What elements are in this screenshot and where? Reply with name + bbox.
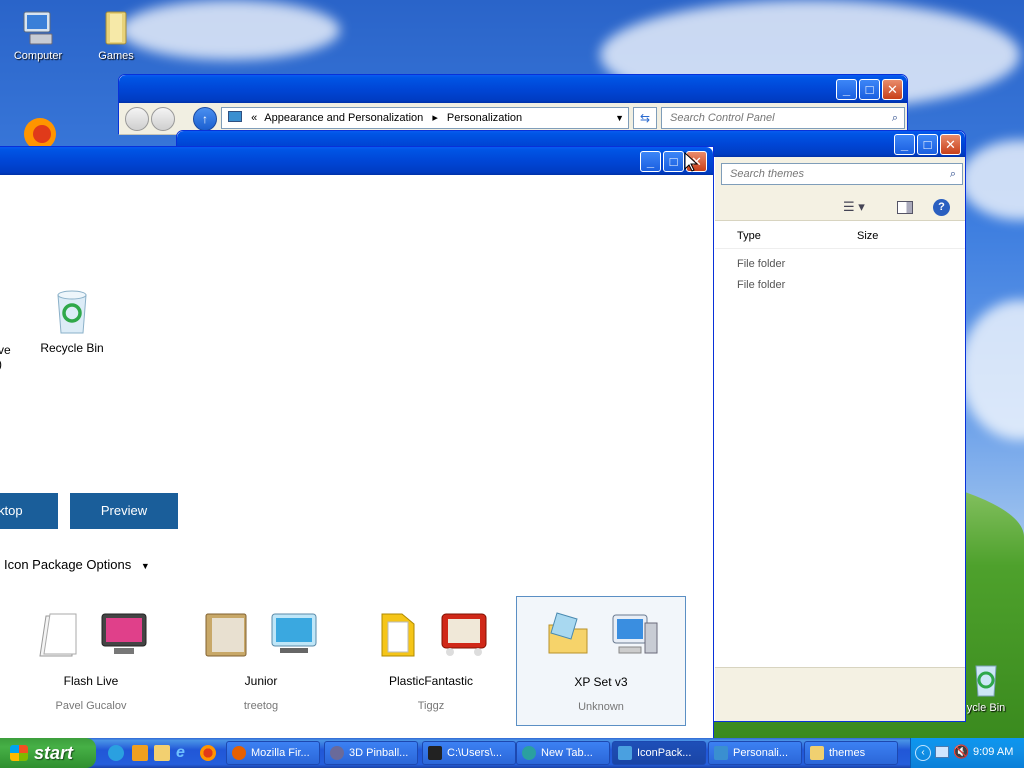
computer-icon [609, 609, 661, 664]
breadcrumb-appearance[interactable]: Appearance and Personalization [264, 112, 423, 124]
up-button[interactable]: ↑ [193, 107, 217, 131]
preview-button[interactable]: Preview [70, 493, 178, 529]
help-icon[interactable]: ? [933, 199, 950, 216]
package-xp-set-v3[interactable]: XP Set v3 Unknown [516, 596, 686, 726]
minimize-button[interactable]: _ [640, 151, 661, 172]
desktop-icon-games[interactable]: Games [78, 8, 154, 62]
partial-icon-label: ve ) [0, 343, 11, 371]
desktop-icon-label: Games [98, 50, 134, 62]
package-author: Pavel Gucalov [55, 700, 127, 712]
maximize-button[interactable]: □ [917, 134, 938, 155]
games-folder-icon [96, 8, 136, 48]
maximize-button[interactable]: □ [859, 79, 880, 100]
package-plasticfantastic[interactable]: PlasticFantastic Tiggz [346, 596, 516, 726]
taskbar-item-pinball[interactable]: 3D Pinball... [324, 741, 418, 765]
taskbar-item-new-tab[interactable]: New Tab... [516, 741, 610, 765]
recycle-bin-icon [966, 660, 1006, 700]
tablet-icon [440, 610, 488, 661]
forward-button[interactable] [151, 107, 175, 131]
taskbar-item-firefox[interactable]: Mozilla Fir... [226, 741, 320, 765]
preview-pane-icon[interactable] [897, 201, 913, 214]
clock[interactable]: 9:09 AM [973, 746, 1013, 758]
views-icon[interactable]: ☰ ▾ [843, 199, 865, 215]
taskbar-item-7zip[interactable]: C:\Users\... [422, 741, 516, 765]
taskbar-item-personalization[interactable]: Personali... [708, 741, 802, 765]
close-button[interactable]: ✕ [882, 79, 903, 100]
refresh-button[interactable]: ⇆ [633, 107, 657, 129]
folder-icon [202, 608, 252, 663]
themes-search-input[interactable]: Search themes ⌕ [721, 163, 963, 185]
package-name: Flash Live [63, 674, 119, 688]
monitor-icon [268, 610, 320, 663]
network-icon[interactable] [935, 746, 949, 758]
mouse-cursor-icon [684, 151, 699, 175]
monitor-icon [714, 746, 728, 760]
table-row[interactable]: File folder [737, 279, 785, 291]
control-panel-search-input[interactable]: Search Control Panel ⌕ [661, 107, 905, 129]
breadcrumb-prefix: « [251, 112, 258, 124]
package-junior[interactable]: Junior treetog [176, 596, 346, 726]
themes-toolbar: Search themes ⌕ ☰ ▾ ? [715, 157, 965, 221]
breadcrumb-personalization[interactable]: Personalization [447, 112, 522, 124]
media-player-icon[interactable] [108, 745, 124, 761]
search-icon[interactable]: ⌕ [950, 164, 956, 184]
desktop-icon[interactable] [132, 745, 148, 761]
control-panel-window[interactable]: _ □ ✕ ↑ « Appearance and Personalization… [118, 74, 908, 135]
internet-explorer-icon[interactable]: e [176, 744, 185, 762]
explorer-icon[interactable] [154, 745, 170, 761]
address-box[interactable]: « Appearance and Personalization ▸ Perso… [221, 107, 629, 129]
browser-icon [522, 746, 536, 760]
package-name: PlasticFantastic [388, 674, 474, 688]
firefox-icon [232, 746, 246, 760]
system-tray: ‹ 🔇 9:09 AM [910, 738, 1024, 768]
taskbar-item-iconpack[interactable]: IconPack... [612, 741, 706, 765]
monitor-icon [98, 610, 150, 663]
firefox-icon[interactable] [200, 745, 216, 761]
minimize-button[interactable]: _ [836, 79, 857, 100]
package-author: treetog [243, 700, 279, 712]
details-pane [715, 667, 965, 721]
start-button[interactable]: start [0, 738, 96, 768]
package-name: Junior [244, 674, 278, 688]
chevron-down-icon: ▼ [140, 561, 150, 571]
icon-package-options[interactable]: Icon Package Options ▼ [4, 557, 150, 572]
package-flash-live[interactable]: Flash Live Pavel Gucalov [6, 596, 176, 726]
iconpack-titlebar[interactable]: _ □ ✕ [0, 147, 713, 175]
desktop-button[interactable]: ktop [0, 493, 58, 529]
desktop-icon-label: Computer [13, 50, 63, 62]
search-icon[interactable]: ⌕ [892, 108, 898, 128]
computer-icon [18, 8, 58, 48]
minimize-button[interactable]: _ [894, 134, 915, 155]
recycle-bin-label: Recycle Bin [40, 341, 104, 355]
back-button[interactable] [125, 107, 149, 131]
column-header-size[interactable]: Size [857, 230, 878, 242]
package-author: Tiggz [417, 700, 445, 712]
open-folder-icon [545, 609, 591, 662]
chevron-left-icon[interactable]: ‹ [915, 745, 931, 761]
breadcrumb-separator-icon: ▸ [432, 112, 438, 124]
yellow-folder-icon [376, 608, 420, 663]
monitor-icon [228, 111, 242, 122]
table-row[interactable]: File folder [737, 258, 785, 270]
chevron-down-icon[interactable]: ▼ [615, 108, 624, 128]
volume-muted-icon[interactable]: 🔇 [953, 744, 969, 760]
windows-logo-icon [10, 745, 28, 761]
taskbar-item-themes[interactable]: themes [804, 741, 898, 765]
sevenzip-icon [428, 746, 442, 760]
package-name: XP Set v3 [574, 675, 628, 689]
pinball-icon [330, 746, 344, 760]
column-header-type[interactable]: Type [737, 230, 761, 242]
recycle-bin-icon [48, 287, 96, 337]
folder-icon [810, 746, 824, 760]
document-stack-icon [34, 610, 82, 663]
package-author: Unknown [578, 701, 624, 713]
column-headers: Type Size [715, 221, 965, 249]
close-button[interactable]: ✕ [940, 134, 961, 155]
control-panel-titlebar[interactable]: _ □ ✕ [119, 75, 907, 103]
desktop-icon-computer[interactable]: Computer [0, 8, 76, 62]
iconpack-icon [618, 746, 632, 760]
preview-recycle-bin: Recycle Bin [32, 287, 112, 355]
taskbar: start e Mozilla Fir... 3D Pinball... C:\… [0, 738, 1024, 768]
maximize-button[interactable]: □ [663, 151, 684, 172]
